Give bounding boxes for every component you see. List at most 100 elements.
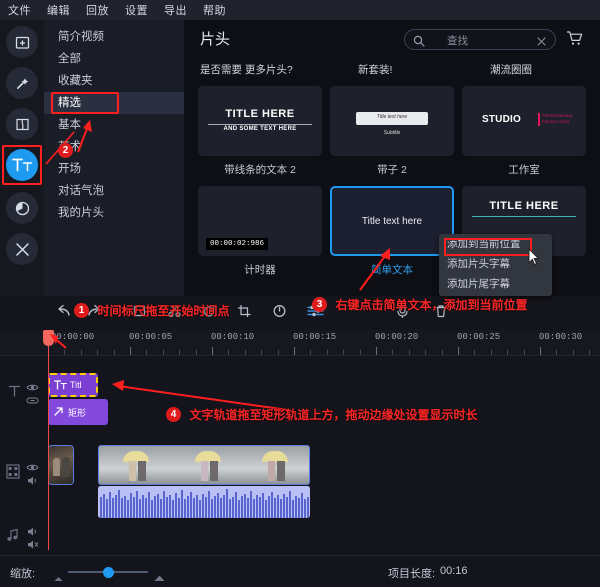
shape-arrow-icon: [53, 406, 64, 419]
waveform-graphic: [98, 486, 310, 518]
thumb-title-5: TITLE HERE: [489, 200, 559, 212]
left-tool-rail: [0, 20, 44, 296]
search-placeholder: 查找: [447, 35, 468, 47]
template-thumb-0[interactable]: TITLE HERE AND SOME TEXT HERE: [198, 86, 322, 156]
cart-icon[interactable]: [566, 30, 584, 52]
ruler-label-0: 00:00:00: [51, 332, 95, 342]
menu-item-help[interactable]: 帮助: [203, 2, 226, 18]
category-item-0[interactable]: 简介视频: [44, 26, 184, 48]
category-list: 简介视频 全部 收藏夹 精选 基本 艺术 开场 对话气泡 我的片头: [44, 20, 184, 296]
playhead-handle[interactable]: [43, 330, 54, 346]
delete-icon[interactable]: [434, 304, 448, 323]
ruler-tick: [589, 350, 591, 355]
menu-item-edit[interactable]: 编辑: [47, 2, 70, 18]
search-input[interactable]: 查找: [404, 29, 556, 50]
category-item-8[interactable]: 我的片头: [44, 202, 184, 224]
music-note-icon: [6, 528, 20, 547]
ruler-tick: [146, 350, 148, 355]
mouse-cursor-icon: [528, 247, 541, 271]
menu-item-export[interactable]: 导出: [164, 2, 187, 18]
film-strip-icon: [6, 464, 20, 484]
ribbon-shape: Title text here: [356, 112, 428, 125]
template-card-2[interactable]: STUDIO PROFESSIONAL PRODUCTION 工作室: [462, 86, 586, 177]
template-thumb-2[interactable]: STUDIO PROFESSIONAL PRODUCTION: [462, 86, 586, 156]
template-card-3[interactable]: 00:00:02:986 计时器: [198, 186, 322, 277]
ruler-tick: [556, 350, 558, 355]
ruler-tick: [458, 347, 459, 355]
video-thumb: [169, 446, 240, 484]
rotate-icon[interactable]: [202, 304, 217, 323]
template-caption-3: 计时器: [244, 264, 276, 276]
category-item-5[interactable]: 艺术: [44, 136, 184, 158]
close-icon[interactable]: [536, 34, 547, 52]
ruler-tick: [441, 350, 443, 355]
ruler-tick: [376, 347, 377, 355]
template-card-4[interactable]: Title text here 简单文本: [330, 186, 454, 277]
thumb-title-4: Title text here: [361, 216, 423, 227]
zoom-in-icon[interactable]: [154, 569, 165, 587]
crop-icon[interactable]: [237, 304, 252, 323]
mute-icon[interactable]: [26, 537, 39, 555]
speaker-icon[interactable]: [26, 473, 39, 491]
audio-mixer-icon[interactable]: [307, 304, 324, 323]
ruler-tick: [326, 350, 328, 355]
template-thumb-4[interactable]: Title text here: [330, 186, 454, 256]
timeline-clip-text[interactable]: Titl: [48, 373, 98, 397]
template-card-1[interactable]: Title text here Subtitle 带子 2: [330, 86, 454, 177]
ruler-tick: [162, 350, 164, 355]
color-wheel-icon[interactable]: [6, 192, 38, 224]
template-caption-0: 带线条的文本 2: [224, 164, 296, 176]
link-icon[interactable]: [26, 393, 39, 411]
timeline-clip-video-0[interactable]: [48, 445, 74, 485]
promo-row: 是否需要 更多片头? 新套装! 潮流圈圈: [184, 60, 600, 82]
search-icon: [413, 34, 425, 52]
timeline-panel: 00:00:00 00:00:05 00:00:10 00:00:15 00:0…: [0, 296, 600, 555]
ruler-tick: [130, 347, 131, 355]
menu-item-file[interactable]: 文件: [8, 2, 31, 18]
transition-icon[interactable]: [6, 108, 38, 140]
timeline-clip-video-1[interactable]: [98, 445, 310, 485]
magic-wand-icon[interactable]: [6, 67, 38, 99]
thumb-subtitle-2: PROFESSIONAL PRODUCTION: [542, 113, 573, 124]
ruler-tick: [294, 347, 295, 355]
promo-0[interactable]: 是否需要 更多片头?: [200, 62, 293, 77]
ruler-tick: [97, 350, 99, 355]
category-item-7[interactable]: 对话气泡: [44, 180, 184, 202]
promo-1[interactable]: 新套装!: [358, 62, 392, 77]
tools-icon[interactable]: [6, 233, 38, 265]
thumb-divider-0: [208, 124, 312, 125]
category-item-1[interactable]: 全部: [44, 48, 184, 70]
zoom-slider-thumb[interactable]: [103, 567, 114, 578]
undo-icon[interactable]: [56, 304, 72, 323]
category-item-6[interactable]: 开场: [44, 158, 184, 180]
speed-icon[interactable]: [272, 304, 287, 323]
ruler-tick: [392, 350, 394, 355]
menu-item-settings[interactable]: 设置: [125, 2, 148, 18]
thumb-title-1: Title text here: [376, 114, 408, 120]
zoom-label: 缩放:: [10, 568, 36, 580]
timeline-ruler[interactable]: 00:00:00 00:00:05 00:00:10 00:00:15 00:0…: [0, 330, 600, 356]
ruler-label-6: 00:00:30: [539, 332, 583, 342]
text-clip-tt-icon: [53, 379, 68, 392]
zoom-out-icon[interactable]: [54, 569, 63, 587]
category-item-2[interactable]: 收藏夹: [44, 70, 184, 92]
template-card-0[interactable]: TITLE HERE AND SOME TEXT HERE 带线条的文本 2: [198, 86, 322, 177]
ruler-tick: [490, 350, 492, 355]
thumb-title-0: TITLE HERE: [225, 108, 295, 120]
template-thumb-3[interactable]: 00:00:02:986: [198, 186, 322, 256]
video-thumb: [49, 446, 73, 484]
marker-icon[interactable]: [132, 304, 147, 323]
menu-item-playback[interactable]: 回放: [86, 2, 109, 18]
template-thumb-1[interactable]: Title text here Subtitle: [330, 86, 454, 156]
ruler-tick: [310, 350, 312, 355]
record-voice-icon[interactable]: [395, 304, 410, 323]
timeline-clip-audio-waveform[interactable]: [98, 486, 310, 518]
project-length-label: 项目长度:: [388, 568, 436, 580]
promo-2[interactable]: 潮流圈圈: [490, 62, 532, 77]
import-media-icon[interactable]: [6, 26, 38, 58]
redo-icon[interactable]: [86, 304, 102, 323]
timeline-clip-shape[interactable]: 矩形: [48, 399, 108, 425]
context-menu-item-add-ending[interactable]: 添加片尾字幕: [439, 274, 552, 294]
split-scissors-icon[interactable]: [167, 304, 182, 323]
category-item-4[interactable]: 基本: [44, 114, 184, 136]
